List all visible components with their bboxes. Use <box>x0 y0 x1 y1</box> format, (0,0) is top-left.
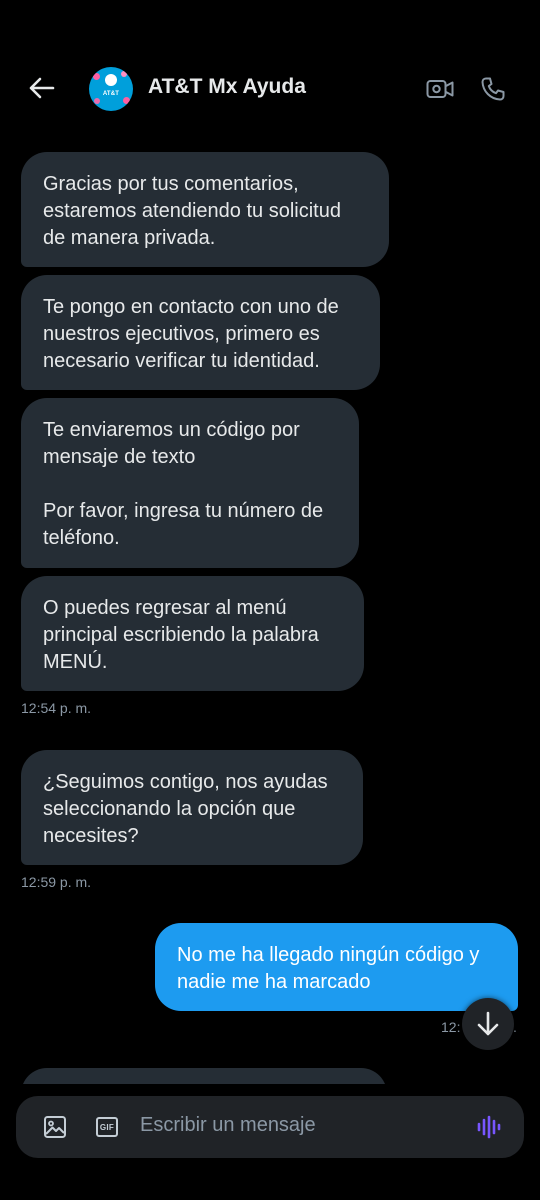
message-input[interactable]: Escribir un mensaje <box>140 1114 460 1140</box>
message-bubble-incoming[interactable]: ¿Seguimos contigo, nos ayudas selecciona… <box>21 750 363 865</box>
message-bubble-incoming[interactable]: Gracias por tus comentarios, estaremos a… <box>21 152 389 267</box>
message-bubble-incoming[interactable]: O puedes regresar al menú principal escr… <box>21 576 364 691</box>
message-timestamp: 12:59 p. m. <box>21 874 92 890</box>
avatar[interactable]: AT&T <box>89 67 133 111</box>
arrow-left-icon <box>29 77 55 99</box>
avatar-logo-text: AT&T <box>102 91 120 97</box>
arrow-down-icon <box>477 1011 499 1036</box>
image-icon <box>44 1116 66 1138</box>
add-image-button[interactable] <box>40 1112 70 1142</box>
video-call-button[interactable] <box>423 72 457 106</box>
chat-title[interactable]: AT&T Mx Ayuda <box>148 75 306 99</box>
gif-label: GIF <box>99 1122 115 1132</box>
message-timestamp-partial: 12: <box>441 1019 461 1035</box>
message-bubble-incoming[interactable]: Te pongo en contacto con uno de nuestros… <box>21 275 380 390</box>
message-timestamp: 12:54 p. m. <box>21 700 92 716</box>
message-bubble-outgoing[interactable]: No me ha llegado ningún código y nadie m… <box>155 923 518 1011</box>
message-bubble-partial <box>21 1068 387 1084</box>
voice-message-button[interactable] <box>474 1112 504 1142</box>
gif-icon: GIF <box>96 1117 118 1137</box>
call-button[interactable] <box>476 72 510 106</box>
message-bubble-incoming[interactable]: Te enviaremos un código por mensaje de t… <box>21 398 359 568</box>
back-button[interactable] <box>22 70 62 106</box>
scroll-to-bottom-button[interactable] <box>462 998 514 1050</box>
phone-icon <box>481 77 505 101</box>
message-composer: GIF Escribir un mensaje <box>16 1096 524 1158</box>
chat-header: AT&T AT&T Mx Ayuda <box>0 0 540 140</box>
video-camera-icon <box>426 80 454 98</box>
add-gif-button[interactable]: GIF <box>92 1112 122 1142</box>
voice-wave-icon <box>477 1115 501 1139</box>
